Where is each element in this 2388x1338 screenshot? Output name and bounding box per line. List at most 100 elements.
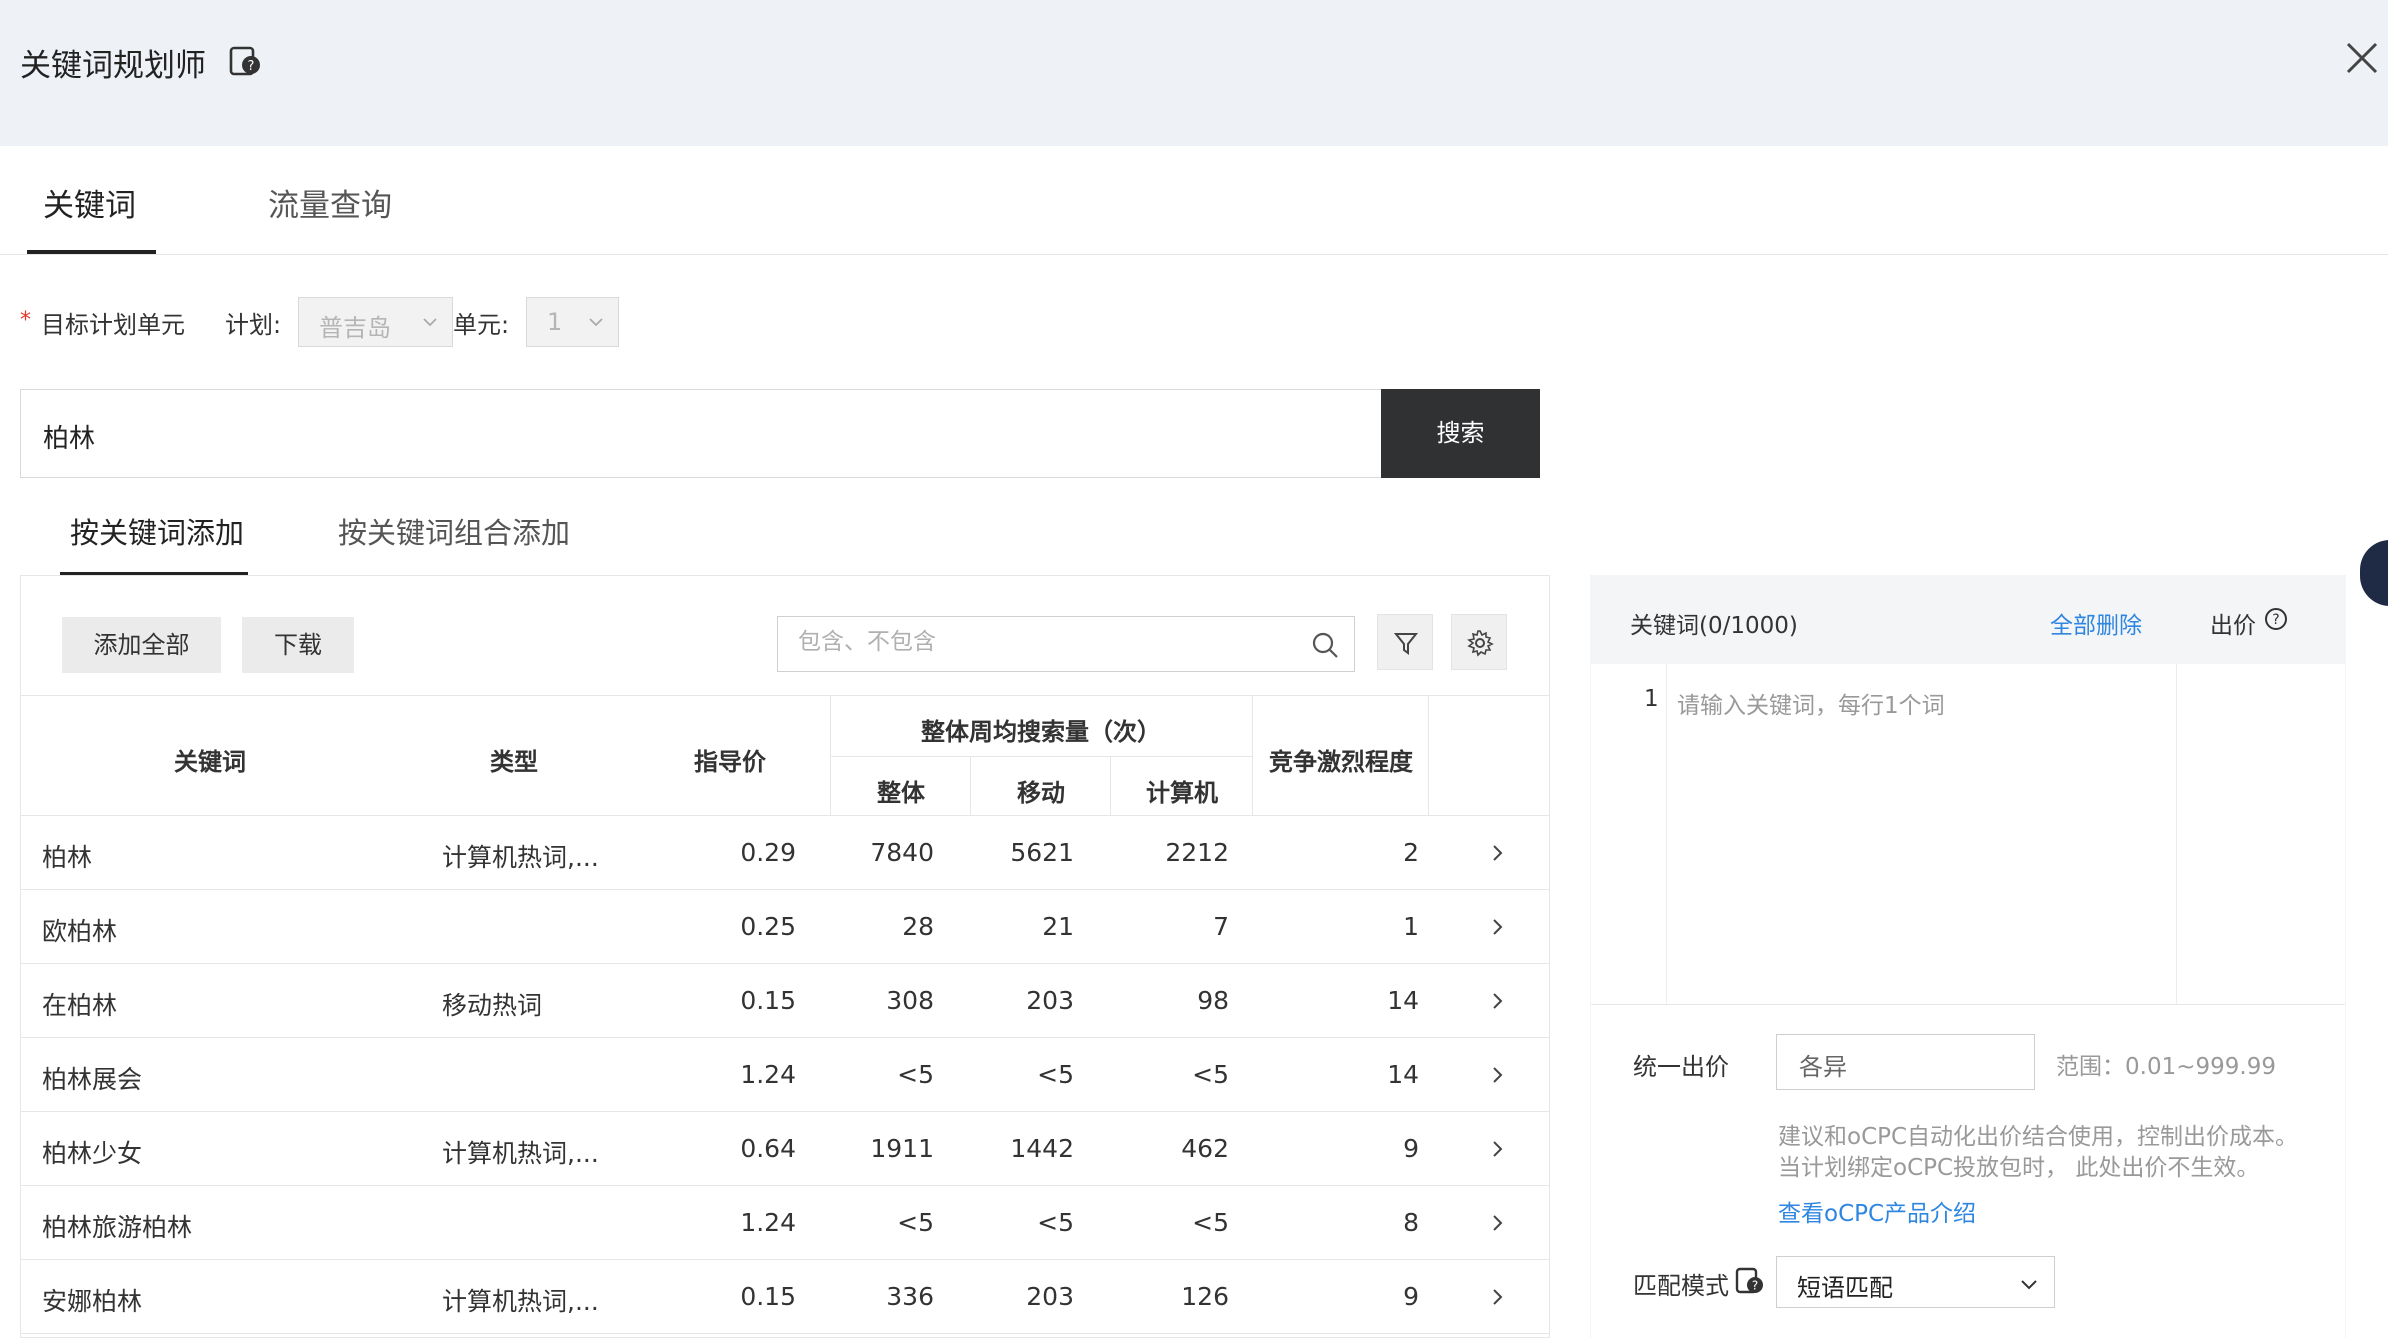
cell-type: 计算机热词,... <box>442 1287 599 1316</box>
cell-price: 0.25 <box>740 912 796 941</box>
table-row[interactable]: 柏林展会 1.24 <5 <5 <5 14 <box>21 1038 1549 1112</box>
bid-header: 出价 <box>2210 606 2256 640</box>
ocpc-note-2: 当计划绑定oCPC投放包时， 此处出价不生效。 <box>1778 1155 2260 1181</box>
help-doc-icon[interactable]: ? <box>1735 1266 1765 1296</box>
add-all-button[interactable]: 添加全部 <box>62 617 221 673</box>
unit-label: 单元: <box>453 311 510 339</box>
cell-price: 0.15 <box>740 986 796 1015</box>
cell-keyword: 安娜柏林 <box>42 1287 143 1316</box>
header-divider <box>970 756 971 816</box>
table-row[interactable]: 柏林少女 计算机热词,... 0.64 1911 1442 462 9 <box>21 1112 1549 1186</box>
cell-type: 移动热词 <box>442 991 543 1020</box>
close-icon[interactable] <box>2342 38 2382 78</box>
cell-mobile: 203 <box>1026 1282 1074 1311</box>
floating-assistant-widget[interactable] <box>2360 540 2388 606</box>
chevron-right-icon[interactable] <box>1487 843 1507 863</box>
cell-competition: 9 <box>1403 1282 1419 1311</box>
header-divider <box>1110 756 1111 816</box>
ocpc-intro-link[interactable]: 查看oCPC产品介绍 <box>1778 1194 1976 1228</box>
bid-label: 出价 <box>2210 613 2256 639</box>
cell-mobile: <5 <box>1037 1208 1074 1237</box>
header-divider <box>831 756 1252 757</box>
chevron-right-icon[interactable] <box>1487 1287 1507 1307</box>
table-row[interactable]: 柏林 计算机热词,... 0.29 7840 5621 2212 2 <box>21 816 1549 890</box>
cell-mobile: <5 <box>1037 1060 1074 1089</box>
col-header-weekly-volume: 整体周均搜索量（次） <box>921 718 1161 746</box>
unified-bid-input[interactable]: 各异 <box>1776 1034 2035 1090</box>
match-mode-select[interactable]: 短语匹配 <box>1776 1256 2055 1308</box>
cell-pc: 98 <box>1197 986 1229 1015</box>
unit-select[interactable]: 1 <box>526 297 619 347</box>
cell-pc: 462 <box>1181 1134 1229 1163</box>
column-divider <box>2176 664 2177 1004</box>
table-row[interactable]: 欧柏林 0.25 28 21 7 1 <box>21 890 1549 964</box>
search-icon[interactable] <box>1310 630 1340 660</box>
col-header-mobile: 移动 <box>1017 779 1065 807</box>
cell-pc: <5 <box>1192 1208 1229 1237</box>
cell-price: 0.64 <box>740 1134 796 1163</box>
table-row[interactable]: 柏林旅游柏林 1.24 <5 <5 <5 8 <box>21 1186 1549 1260</box>
chevron-down-icon <box>2021 1280 2037 1290</box>
download-button[interactable]: 下载 <box>242 617 354 673</box>
cell-keyword: 在柏林 <box>42 991 118 1020</box>
col-header-competition: 竞争激烈程度 <box>1269 748 1413 776</box>
cell-total: 28 <box>902 912 934 941</box>
chevron-right-icon[interactable] <box>1487 1213 1507 1233</box>
chevron-right-icon[interactable] <box>1487 1139 1507 1159</box>
tab-traffic-query[interactable]: 流量查询 <box>268 180 392 225</box>
keyword-search-input[interactable]: 柏林 <box>20 389 1382 478</box>
keywords-count: 0 <box>1707 613 1723 639</box>
cell-keyword: 柏林旅游柏林 <box>42 1213 193 1242</box>
col-header-price: 指导价 <box>694 748 766 776</box>
cell-keyword: 柏林展会 <box>42 1065 143 1094</box>
col-header-type: 类型 <box>490 748 538 776</box>
cell-price: 0.29 <box>740 838 796 867</box>
cell-total: <5 <box>897 1060 934 1089</box>
question-circle-icon[interactable]: ? <box>2264 607 2288 631</box>
cell-competition: 9 <box>1403 1134 1419 1163</box>
cell-keyword: 柏林 <box>42 843 93 872</box>
plan-select[interactable]: 普吉岛 <box>298 297 453 347</box>
col-header-keyword: 关键词 <box>174 748 246 776</box>
chevron-down-icon <box>589 318 603 327</box>
keyword-placeholder: 请输入关键词，每行1个词 <box>1677 693 1945 719</box>
cell-pc: <5 <box>1192 1060 1229 1089</box>
filter-input[interactable] <box>798 629 1298 655</box>
cell-price: 1.24 <box>740 1060 796 1089</box>
cell-mobile: 5621 <box>1010 838 1074 867</box>
chevron-right-icon[interactable] <box>1487 1065 1507 1085</box>
plan-select-value: 普吉岛 <box>319 314 391 342</box>
cell-total: 1911 <box>870 1134 934 1163</box>
bid-range: 范围：0.01~999.99 <box>2056 1054 2276 1080</box>
cell-mobile: 21 <box>1042 912 1074 941</box>
unit-select-value: 1 <box>547 308 563 336</box>
cell-mobile: 203 <box>1026 986 1074 1015</box>
tabs-divider <box>0 254 2388 255</box>
table-row[interactable]: 在柏林 移动热词 0.15 308 203 98 14 <box>21 964 1549 1038</box>
subtab-add-by-keyword[interactable]: 按关键词添加 <box>70 510 244 552</box>
settings-button[interactable] <box>1451 614 1507 670</box>
chevron-right-icon[interactable] <box>1487 991 1507 1011</box>
cell-pc: 2212 <box>1165 838 1229 867</box>
cell-total: 308 <box>886 986 934 1015</box>
delete-all-link[interactable]: 全部删除 <box>2050 606 2142 640</box>
gutter-divider <box>1666 664 1667 1004</box>
tab-keywords[interactable]: 关键词 <box>43 180 136 225</box>
cell-price: 0.15 <box>740 1282 796 1311</box>
line-number: 1 <box>1644 686 1659 712</box>
subtab-add-by-combination[interactable]: 按关键词组合添加 <box>338 510 570 552</box>
filter-button[interactable] <box>1377 614 1433 670</box>
cell-type: 计算机热词,... <box>442 843 599 872</box>
table-row[interactable]: 安娜柏林 计算机热词,... 0.15 336 203 126 9 <box>21 1260 1549 1334</box>
cell-type: 计算机热词,... <box>442 1139 599 1168</box>
cell-mobile: 1442 <box>1010 1134 1074 1163</box>
header-divider <box>1252 696 1253 816</box>
help-doc-icon[interactable]: ? <box>228 44 262 78</box>
cell-total: <5 <box>897 1208 934 1237</box>
chevron-right-icon[interactable] <box>1487 917 1507 937</box>
svg-text:?: ? <box>1752 1279 1758 1293</box>
cell-keyword: 欧柏林 <box>42 917 118 946</box>
target-label: 目标计划单元 <box>41 311 185 339</box>
filter-field[interactable] <box>777 616 1355 672</box>
search-button[interactable]: 搜索 <box>1381 389 1540 478</box>
